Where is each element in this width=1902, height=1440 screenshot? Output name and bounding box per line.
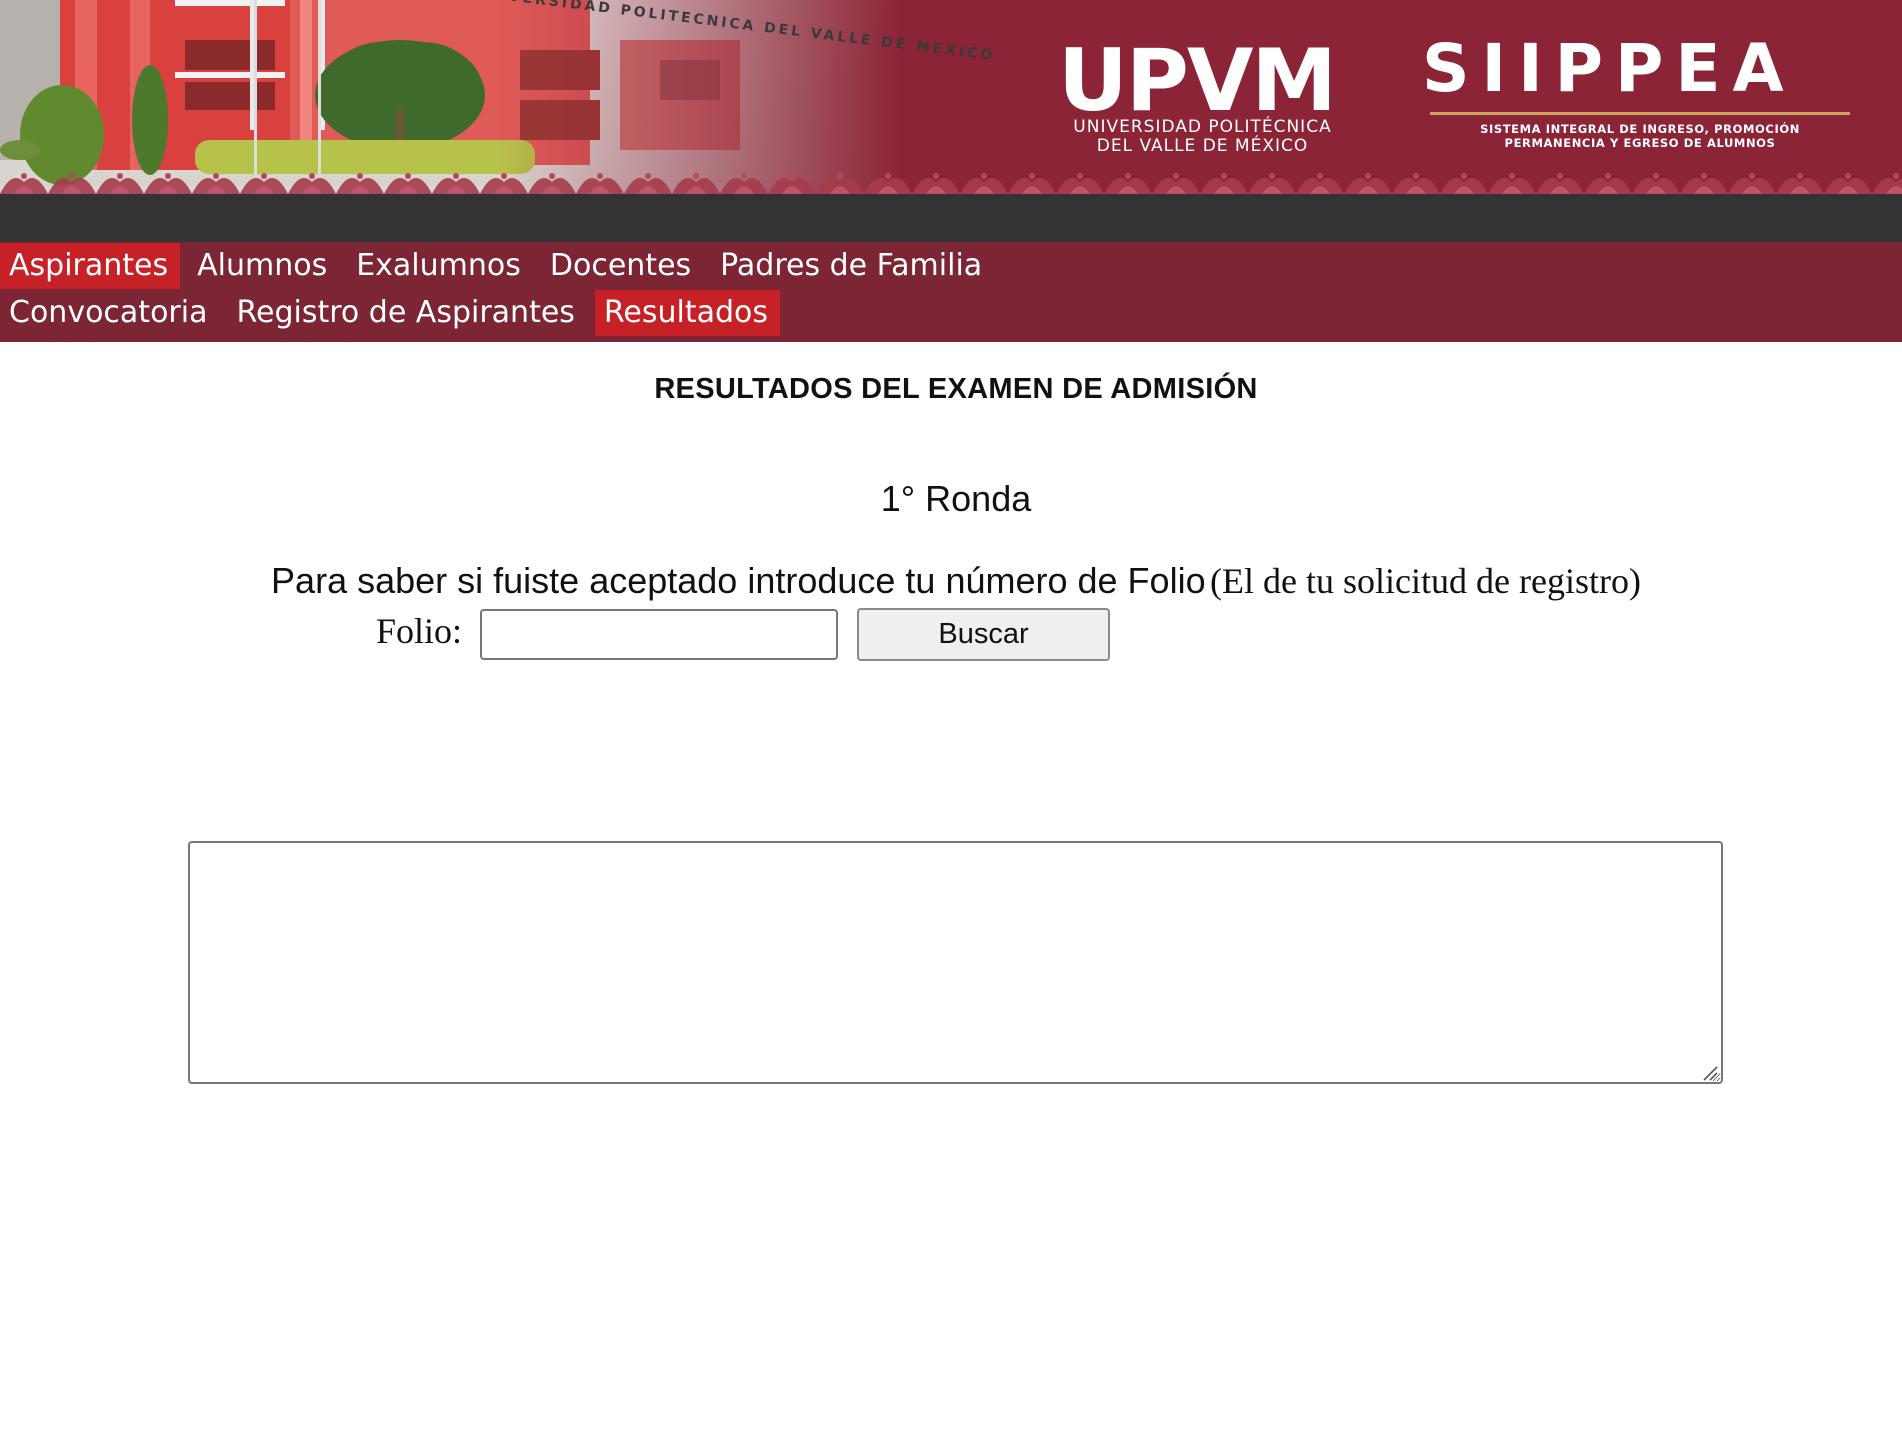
- folio-instruction: Para saber si fuiste aceptado introduce …: [0, 560, 1902, 602]
- search-button[interactable]: Buscar: [857, 608, 1110, 661]
- siippea-logo-mark: SIIPPEA: [1422, 30, 1796, 107]
- sub-menu: Convocatoria Registro de Aspirantes Resu…: [0, 290, 788, 336]
- menu-item-alumnos[interactable]: Alumnos: [188, 243, 339, 289]
- siippea-logo: SIIPPEA SISTEMA INTEGRAL DE INGRESO, PRO…: [1420, 36, 1860, 156]
- submenu-item-registro-de-aspirantes[interactable]: Registro de Aspirantes: [227, 290, 586, 336]
- upvm-logo-name: UNIVERSIDAD POLITÉCNICA DEL VALLE DE MÉX…: [1060, 118, 1345, 156]
- siippea-subtitle: SISTEMA INTEGRAL DE INGRESO, PROMOCIÓN P…: [1420, 122, 1860, 150]
- siippea-subtitle-line1: SISTEMA INTEGRAL DE INGRESO, PROMOCIÓN: [1480, 122, 1800, 136]
- instruction-note: (El de tu solicitud de registro): [1210, 561, 1641, 601]
- round-title: 1° Ronda: [880, 478, 1032, 519]
- menu-item-aspirantes[interactable]: Aspirantes: [0, 243, 181, 289]
- menu-item-exalumnos[interactable]: Exalumnos: [347, 243, 533, 289]
- siippea-divider: [1430, 112, 1850, 115]
- submenu-item-resultados[interactable]: Resultados: [594, 290, 781, 336]
- dark-separator-bar: [0, 194, 1902, 242]
- main-menu: Aspirantes Alumnos Exalumnos Docentes Pa…: [0, 243, 1002, 289]
- navigation-menu: Aspirantes Alumnos Exalumnos Docentes Pa…: [0, 242, 1902, 342]
- upvm-name-line1: UNIVERSIDAD POLITÉCNICA: [1073, 117, 1332, 137]
- folio-label: Folio:: [376, 611, 463, 651]
- folio-input[interactable]: [480, 609, 838, 660]
- header-banner: UNIVERSIDAD POLITECNICA DEL VALLE DE MEX…: [0, 0, 1902, 194]
- decorative-lace-border: [0, 166, 1902, 194]
- results-textarea[interactable]: [188, 841, 1723, 1084]
- upvm-logo: UPVM UNIVERSIDAD POLITÉCNICA DEL VALLE D…: [1058, 26, 1348, 156]
- siippea-subtitle-line2: PERMANENCIA Y EGRESO DE ALUMNOS: [1504, 136, 1776, 150]
- menu-item-docentes[interactable]: Docentes: [541, 243, 703, 289]
- menu-item-padres-de-familia[interactable]: Padres de Familia: [711, 243, 994, 289]
- upvm-logo-mark: UPVM: [1058, 31, 1337, 131]
- page-title: RESULTADOS DEL EXAMEN DE ADMISIÓN: [654, 373, 1258, 405]
- submenu-item-convocatoria[interactable]: Convocatoria: [0, 290, 219, 336]
- upvm-name-line2: DEL VALLE DE MÉXICO: [1096, 136, 1309, 156]
- instruction-text: Para saber si fuiste aceptado introduce …: [271, 560, 1206, 601]
